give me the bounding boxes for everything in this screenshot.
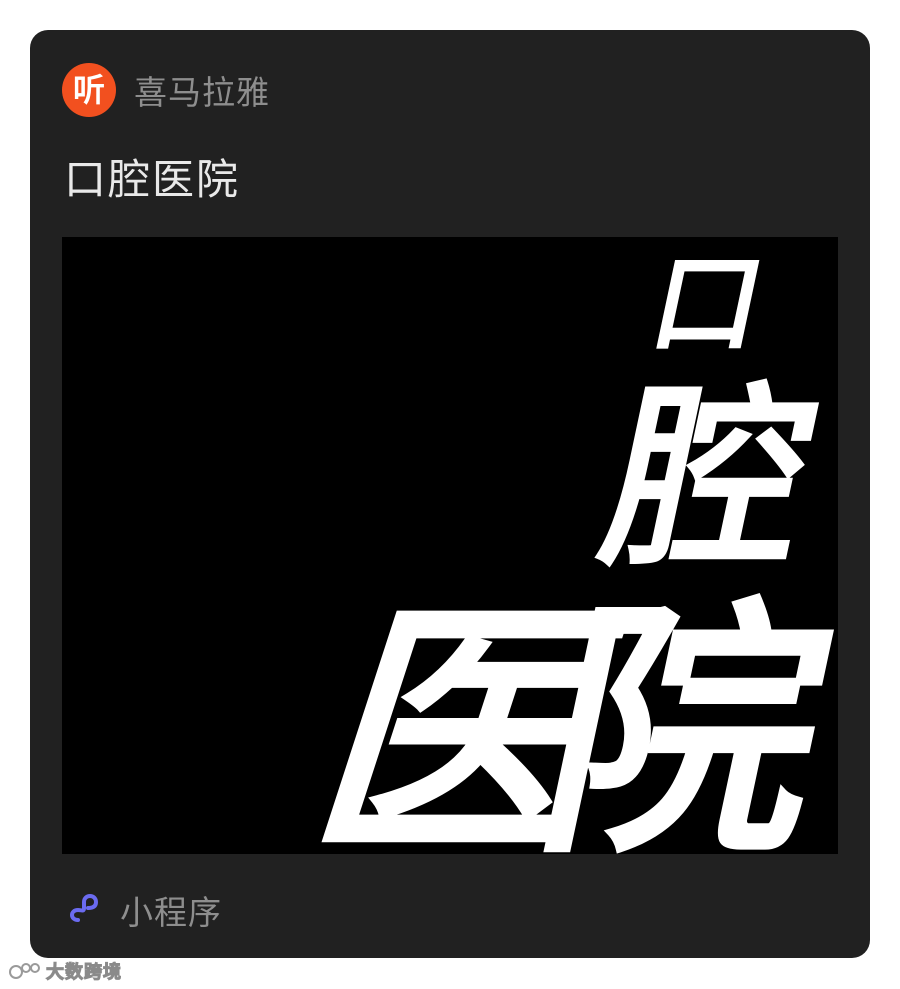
ximalaya-logo-icon: 听 xyxy=(62,63,116,117)
app-source-row: 听 喜马拉雅 xyxy=(62,62,270,118)
cover-artwork: 口 腔 医 院 xyxy=(62,237,838,854)
cover-image[interactable]: 口 腔 医 院 xyxy=(62,237,838,854)
svg-text:听: 听 xyxy=(73,71,105,109)
mini-program-footer: 小程序 xyxy=(64,882,222,938)
mini-program-link-icon xyxy=(64,888,104,932)
watermark-text: 大数跨境 xyxy=(46,962,122,984)
watermark-logo-icon xyxy=(9,963,40,979)
watermark: 大数跨境 xyxy=(8,958,122,984)
mini-program-share-card[interactable]: 听 喜马拉雅 口腔医院 口 腔 医 院 小程序 xyxy=(30,30,870,958)
card-title: 口腔医院 xyxy=(64,155,241,204)
mini-program-label: 小程序 xyxy=(120,893,222,932)
app-name: 喜马拉雅 xyxy=(134,73,270,112)
